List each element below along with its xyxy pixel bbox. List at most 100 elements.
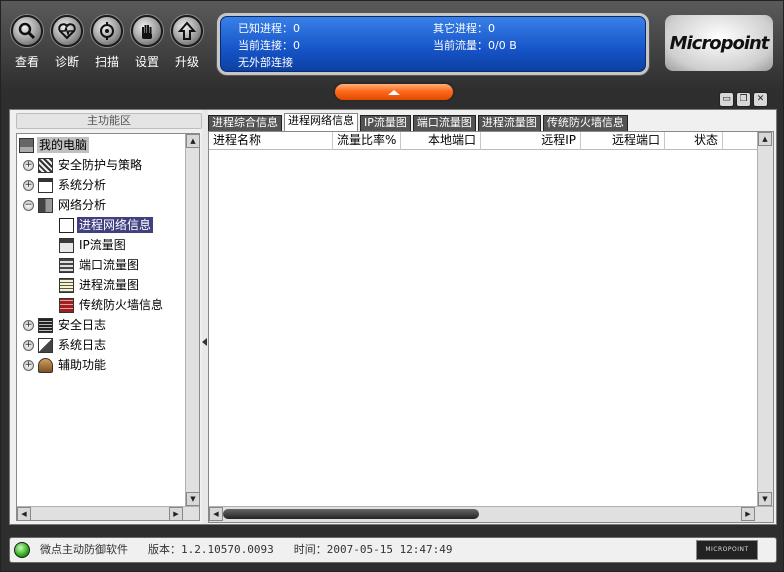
tree-item-label: 我的电脑 bbox=[37, 137, 90, 153]
heart-icon bbox=[51, 15, 83, 47]
status-info: 微点主动防御软件 版本：1.2.10570.0093 时间：2007-05-15… bbox=[40, 538, 453, 562]
tree-item-aux-functions[interactable]: + 辅助功能 bbox=[23, 356, 108, 374]
scroll-up-icon[interactable]: ▲ bbox=[758, 132, 772, 146]
version-value: 1.2.10570.0093 bbox=[181, 543, 274, 556]
scroll-down-icon[interactable]: ▼ bbox=[758, 492, 772, 506]
upgrade-button[interactable]: 升级 bbox=[169, 15, 205, 79]
log-icon bbox=[38, 317, 53, 333]
table-vertical-scrollbar[interactable]: ▲ ▼ bbox=[757, 132, 773, 506]
graph-icon bbox=[59, 237, 74, 253]
column-header-process-name[interactable]: 进程名称 bbox=[209, 132, 333, 150]
detail-panel: 进程综合信息 进程网络信息 IP流量图 端口流量图 进程流量图 传统防火墙信息 … bbox=[208, 113, 774, 523]
magnifier-icon bbox=[11, 15, 43, 47]
scan-button[interactable]: 扫描 bbox=[89, 15, 125, 79]
firewall-icon bbox=[59, 297, 74, 313]
view-button[interactable]: 查看 bbox=[9, 15, 45, 79]
up-arrow-icon bbox=[388, 89, 400, 95]
close-icon[interactable]: ✕ bbox=[753, 92, 768, 107]
tree-item-network-analysis[interactable]: − 网络分析 bbox=[23, 196, 108, 214]
tab-process-network-info[interactable]: 进程网络信息 bbox=[284, 113, 358, 131]
tree-horizontal-scrollbar[interactable]: ◀ ▶ bbox=[17, 506, 199, 521]
tree-vertical-scrollbar[interactable]: ▲ ▼ bbox=[185, 134, 200, 506]
scroll-right-icon[interactable]: ▶ bbox=[169, 507, 183, 521]
tree-item-my-computer[interactable]: 我的电脑 bbox=[19, 136, 90, 154]
function-tree: 我的电脑 + 安全防护与策略 + 系统分析 − 网络分析 进程网络信息 IP流量… bbox=[17, 134, 185, 506]
time-info: 时间：2007-05-15 12:47:49 bbox=[294, 538, 453, 562]
upgrade-button-label: 升级 bbox=[174, 55, 199, 69]
expand-icon[interactable]: + bbox=[23, 359, 34, 371]
collapse-toolbar-button[interactable] bbox=[333, 82, 455, 102]
current-traffic: 当前流量：0/0 B bbox=[433, 39, 517, 52]
tree-item-label: 进程流量图 bbox=[79, 278, 140, 292]
tab-process-traffic-graph[interactable]: 进程流量图 bbox=[477, 115, 541, 131]
current-connections: 当前连接：0 bbox=[238, 39, 300, 52]
network-icon bbox=[38, 197, 53, 213]
tree-item-system-analysis[interactable]: + 系统分析 bbox=[23, 176, 108, 194]
column-header-remote-port[interactable]: 远程端口 bbox=[581, 132, 665, 150]
known-processes: 已知进程：0 bbox=[238, 22, 300, 35]
tree-item-process-traffic-graph[interactable]: 进程流量图 bbox=[59, 276, 141, 294]
scan-button-label: 扫描 bbox=[94, 55, 119, 69]
version-info: 版本：1.2.10570.0093 bbox=[148, 538, 274, 562]
tree-item-label: 系统日志 bbox=[58, 338, 107, 352]
column-header-local-port[interactable]: 本地端口 bbox=[401, 132, 481, 150]
tree-item-process-network-info[interactable]: 进程网络信息 bbox=[59, 216, 154, 234]
product-name: 微点主动防御软件 bbox=[40, 543, 128, 556]
tree-item-label: 传统防火墙信息 bbox=[79, 298, 164, 312]
main-function-panel: 主功能区 我的电脑 + 安全防护与策略 + 系统分析 − 网络分析 进程网络信息… bbox=[16, 113, 202, 521]
logo-text: Micropoint bbox=[669, 32, 770, 54]
window-controls: ▭ ❐ ✕ bbox=[719, 92, 768, 107]
scrollbar-thumb[interactable] bbox=[223, 509, 479, 519]
collapse-icon[interactable]: − bbox=[23, 199, 34, 211]
scroll-right-icon[interactable]: ▶ bbox=[741, 507, 755, 521]
tree-item-system-log[interactable]: + 系统日志 bbox=[23, 336, 108, 354]
tree-item-label: 辅助功能 bbox=[58, 358, 107, 372]
minimize-icon[interactable]: ▭ bbox=[719, 92, 734, 107]
tree-item-firewall-info[interactable]: 传统防火墙信息 bbox=[59, 296, 165, 314]
expand-icon[interactable]: + bbox=[23, 319, 34, 331]
tree-item-label: IP流量图 bbox=[79, 238, 126, 252]
column-header-status[interactable]: 状态 bbox=[665, 132, 723, 150]
main-window: 查看 诊断 扫描 设置 升级 已知进程：0 其它进程：0 当前连接：0 当前流量… bbox=[0, 0, 784, 572]
process-network-table: 进程名称 流量比率% 本地端口 远程IP 远程端口 状态 ▲ ▼ ◀ ▶ bbox=[208, 131, 774, 523]
function-tree-container: 我的电脑 + 安全防护与策略 + 系统分析 − 网络分析 进程网络信息 IP流量… bbox=[16, 133, 200, 521]
micropoint-logo: Micropoint bbox=[665, 15, 773, 71]
status-panel: 已知进程：0 其它进程：0 当前连接：0 当前流量：0/0 B 无外部连接 bbox=[217, 13, 649, 75]
scroll-up-icon[interactable]: ▲ bbox=[186, 134, 200, 148]
table-header: 进程名称 流量比率% 本地端口 远程IP 远程端口 状态 bbox=[209, 132, 757, 150]
settings-button-label: 设置 bbox=[134, 55, 159, 69]
expand-icon[interactable]: + bbox=[23, 339, 34, 351]
tree-item-label: 系统分析 bbox=[58, 178, 107, 192]
scroll-left-icon[interactable]: ◀ bbox=[17, 507, 31, 521]
graph-icon bbox=[59, 257, 74, 273]
tree-item-security-log[interactable]: + 安全日志 bbox=[23, 316, 108, 334]
panel-title: 主功能区 bbox=[16, 113, 202, 129]
tab-firewall-info[interactable]: 传统防火墙信息 bbox=[542, 115, 628, 131]
document-icon bbox=[38, 337, 53, 353]
diagnose-button[interactable]: 诊断 bbox=[49, 15, 85, 79]
tree-item-ip-traffic-graph[interactable]: IP流量图 bbox=[59, 236, 128, 254]
table-horizontal-scrollbar[interactable]: ◀ ▶ bbox=[209, 506, 773, 522]
tree-item-label: 网络分析 bbox=[58, 198, 107, 212]
time-label: 时间： bbox=[293, 543, 327, 556]
tree-item-port-traffic-graph[interactable]: 端口流量图 bbox=[59, 256, 141, 274]
scroll-down-icon[interactable]: ▼ bbox=[186, 492, 200, 506]
tab-port-traffic-graph[interactable]: 端口流量图 bbox=[412, 115, 476, 131]
computer-icon bbox=[19, 137, 34, 153]
version-label: 版本： bbox=[148, 543, 181, 556]
scroll-left-icon[interactable]: ◀ bbox=[209, 507, 223, 521]
window-icon bbox=[38, 177, 53, 193]
column-header-remote-ip[interactable]: 远程IP bbox=[481, 132, 581, 150]
tab-ip-traffic-graph[interactable]: IP流量图 bbox=[360, 115, 411, 131]
settings-button[interactable]: 设置 bbox=[129, 15, 165, 79]
tree-item-label: 安全防护与策略 bbox=[58, 158, 143, 172]
column-header-traffic-ratio[interactable]: 流量比率% bbox=[333, 132, 401, 150]
process-icon bbox=[59, 217, 74, 233]
restore-icon[interactable]: ❐ bbox=[736, 92, 751, 107]
tab-process-overview[interactable]: 进程综合信息 bbox=[208, 115, 282, 131]
tree-item-security-policy[interactable]: + 安全防护与策略 bbox=[23, 156, 144, 174]
toolbar: 查看 诊断 扫描 设置 升级 bbox=[9, 15, 205, 79]
expand-icon[interactable]: + bbox=[23, 179, 34, 191]
expand-icon[interactable]: + bbox=[23, 159, 34, 171]
collapse-left-icon[interactable] bbox=[202, 338, 207, 346]
